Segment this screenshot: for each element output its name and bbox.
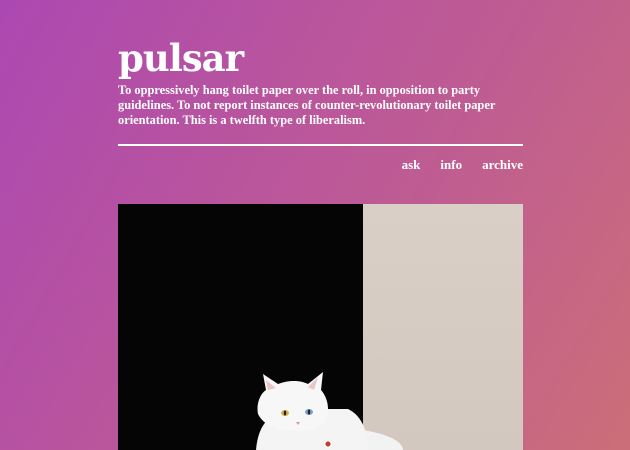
post-photo[interactable] [118, 204, 523, 450]
nav-info-link[interactable]: info [440, 157, 462, 173]
nav-archive-link[interactable]: archive [482, 157, 523, 173]
blog-header: pulsar To oppressively hang toilet paper… [118, 38, 523, 173]
header-divider [118, 144, 523, 146]
blog-description: To oppressively hang toilet paper over t… [118, 83, 496, 127]
white-cat-image [256, 372, 403, 450]
blog-title[interactable]: pulsar [118, 38, 523, 78]
nav-links: ask info archive [118, 157, 523, 173]
nav-ask-link[interactable]: ask [402, 157, 421, 173]
